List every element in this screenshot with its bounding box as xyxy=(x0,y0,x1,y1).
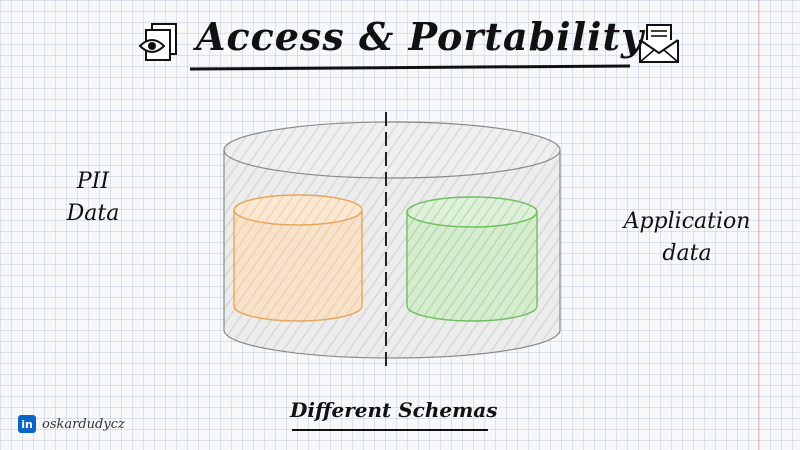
linkedin-icon: in xyxy=(18,415,36,433)
different-schemas-label: Different Schemas xyxy=(290,398,498,422)
bottom-label-underline xyxy=(292,429,488,431)
app-label-line-2: data xyxy=(662,241,712,266)
app-label-line-1: Application xyxy=(623,209,751,234)
pii-label-line-2: Data xyxy=(66,201,120,226)
author-credit[interactable]: in oskardudycz xyxy=(18,415,125,433)
author-handle: oskardudycz xyxy=(42,416,125,432)
pii-database-cylinder xyxy=(233,194,363,322)
pii-data-label: PII Data xyxy=(48,166,138,230)
pii-label-line-1: PII xyxy=(76,169,110,194)
application-data-label: Application data xyxy=(612,206,762,270)
application-database-cylinder xyxy=(406,196,538,322)
